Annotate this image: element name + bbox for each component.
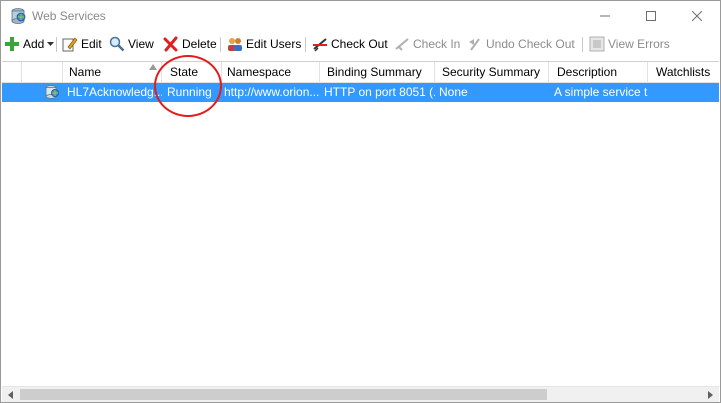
view-errors-icon [589, 36, 605, 52]
icon-column-header [22, 62, 63, 82]
web-service-icon [45, 85, 59, 99]
cell-security-summary: None [439, 85, 468, 99]
toolbar-separator [305, 37, 306, 52]
view-button[interactable]: View [109, 34, 154, 54]
cell-binding-summary: HTTP on port 8051 (... [324, 85, 435, 99]
toolbar: Add Edit View Delete Edit Users Check Ou… [1, 31, 720, 57]
close-icon [692, 11, 702, 21]
toolbar-separator [582, 37, 583, 52]
scroll-left-button[interactable] [2, 387, 19, 402]
check-in-icon [395, 38, 409, 51]
check-out-button[interactable]: Check Out [312, 34, 388, 54]
edit-button[interactable]: Edit [62, 34, 102, 54]
edit-users-button[interactable]: Edit Users [227, 34, 301, 54]
check-in-button[interactable]: Check In [394, 34, 460, 54]
check-out-icon [313, 38, 327, 52]
table-row[interactable]: HL7Acknowledg... Running http://www.orio… [2, 83, 719, 102]
row-selector-header [2, 62, 22, 82]
view-errors-button[interactable]: View Errors [589, 34, 670, 54]
toolbar-separator [220, 37, 221, 52]
undo-check-out-icon [469, 38, 480, 51]
dropdown-arrow-icon [47, 41, 55, 46]
scroll-right-button[interactable] [702, 387, 719, 402]
minimize-icon [600, 15, 610, 17]
column-header-watchlists[interactable]: Watchlists [648, 62, 719, 82]
undo-check-out-button[interactable]: Undo Check Out [467, 34, 575, 54]
grid-header: Name State Namespace Binding Summary Sec… [2, 62, 719, 83]
users-icon [228, 38, 242, 51]
cell-namespace: http://www.orion... [224, 85, 320, 99]
column-header-security-summary[interactable]: Security Summary [435, 62, 549, 82]
edit-label: Edit [81, 37, 102, 51]
chevron-left-icon [8, 390, 13, 399]
cell-watchlists [648, 83, 719, 102]
window-title: Web Services [32, 9, 106, 23]
view-label: View [128, 37, 154, 51]
chevron-right-icon [708, 390, 713, 399]
scrollbar-thumb[interactable] [20, 389, 547, 400]
delete-label: Delete [182, 37, 217, 51]
title-bar: Web Services [1, 1, 720, 31]
sort-ascending-icon [149, 64, 157, 70]
undo-check-out-label: Undo Check Out [486, 37, 575, 51]
delete-button[interactable]: Delete [163, 34, 217, 54]
delete-x-icon [163, 36, 178, 52]
web-services-window: Web Services Add Edit View Delete Edit U… [0, 0, 721, 403]
check-in-label: Check In [413, 37, 461, 51]
maximize-button[interactable] [628, 1, 674, 31]
close-button[interactable] [674, 1, 720, 31]
toolbar-separator [56, 37, 57, 52]
web-services-grid[interactable]: Name State Namespace Binding Summary Sec… [2, 61, 719, 388]
plus-icon [5, 37, 19, 51]
annotation-circle [154, 55, 222, 117]
column-header-description[interactable]: Description [549, 62, 648, 82]
web-services-icon [11, 8, 26, 24]
horizontal-scrollbar[interactable] [2, 386, 719, 402]
add-button[interactable]: Add [4, 34, 55, 54]
magnifier-icon [109, 36, 125, 52]
add-label: Add [23, 37, 45, 51]
column-header-binding-summary[interactable]: Binding Summary [320, 62, 435, 82]
column-header-namespace[interactable]: Namespace [222, 62, 320, 82]
cell-description: A simple service t... [554, 85, 648, 99]
edit-users-label: Edit Users [246, 37, 302, 51]
check-out-label: Check Out [331, 37, 388, 51]
edit-icon [62, 37, 78, 52]
maximize-icon [646, 11, 656, 21]
view-errors-label: View Errors [608, 37, 670, 51]
cell-name: HL7Acknowledg... [67, 85, 162, 99]
minimize-button[interactable] [582, 1, 628, 31]
column-header-name[interactable]: Name [63, 62, 162, 82]
